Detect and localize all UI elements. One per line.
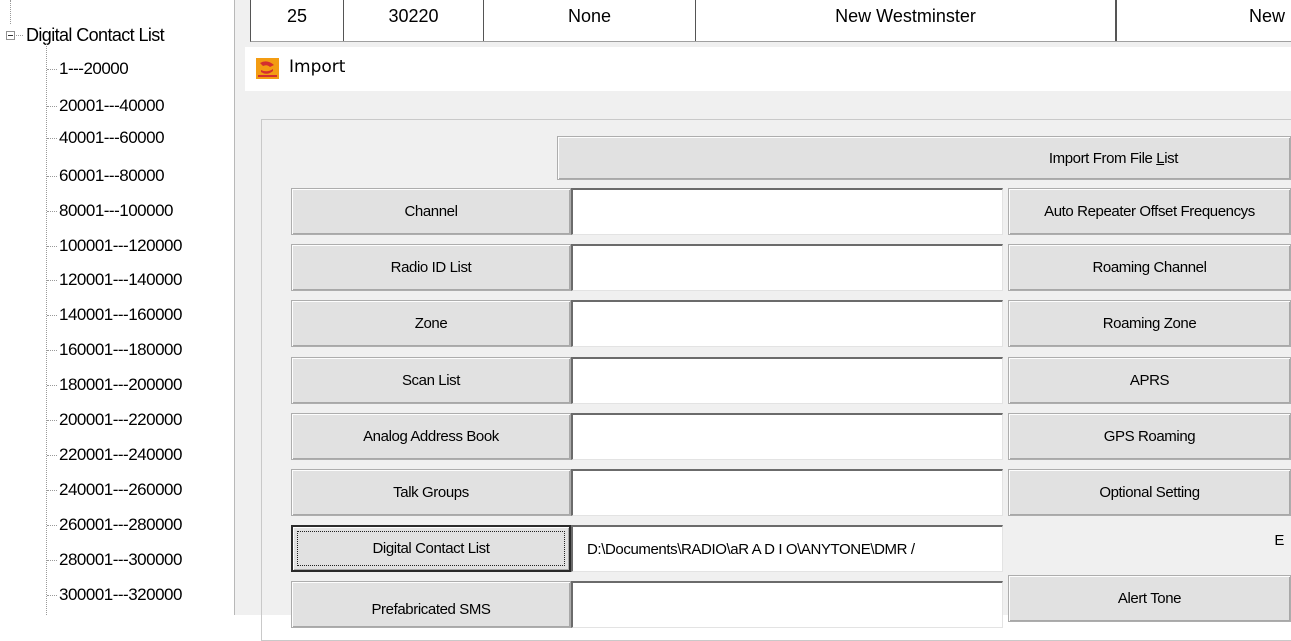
tree-item[interactable]: 300001---320000 [47,585,182,605]
tree-item[interactable]: 260001---280000 [47,515,182,535]
tree-connector [47,349,57,351]
tree-item-label: 20001---40000 [59,96,165,115]
label-text: ist [1164,149,1178,167]
tree-connector [47,559,57,561]
tree-item[interactable]: 20001---40000 [47,96,165,116]
tree-item-label: 220001---240000 [59,445,182,464]
optional-setting-button[interactable]: Optional Setting [1008,469,1291,516]
tree-item-label: 120001---140000 [59,270,182,289]
tree-item[interactable]: 80001---100000 [47,201,173,221]
tree-item-label: 180001---200000 [59,375,182,394]
tree-connector [47,105,57,107]
prefabricated-sms-button[interactable]: Prefabricated SMS [291,581,571,628]
tree-item-label: 100001---120000 [59,236,182,255]
roaming-channel-button[interactable]: Roaming Channel [1008,244,1291,291]
collapse-icon[interactable] [6,30,15,40]
tree-connector [47,210,57,212]
tree-item-label: 140001---160000 [59,305,182,324]
tree-item[interactable]: 60001---80000 [47,166,165,186]
tree-item-label: 60001---80000 [59,166,165,185]
table-cell[interactable]: 30220 [344,0,484,41]
tree-item[interactable]: 220001---240000 [47,445,182,465]
tree-item[interactable]: 200001---220000 [47,410,182,430]
radio-id-list-path-field[interactable] [571,244,1003,291]
import-from-file-list-button[interactable]: Import From File List [557,136,1291,180]
talk-groups-button[interactable]: Talk Groups [291,469,571,516]
tree-connector [16,34,23,36]
tree-connector [47,524,57,526]
tree-connector [47,68,57,70]
tree-connector [47,314,57,316]
tree-item-label: 200001---220000 [59,410,182,429]
focus-indicator [297,531,565,566]
zone-button[interactable]: Zone [291,300,571,347]
radio-id-list-button[interactable]: Radio ID List [291,244,571,291]
tree-item[interactable]: 100001---120000 [47,236,182,256]
tree-connector [47,279,57,281]
app-logo-icon [256,58,279,79]
tree-item[interactable]: 280001---300000 [47,550,182,570]
tree-item-label: 300001---320000 [59,585,182,604]
aprs-button[interactable]: APRS [1008,357,1291,404]
digital-contact-list-button[interactable]: Digital Contact List [291,525,571,572]
tree-connector [47,245,57,247]
scan-list-button[interactable]: Scan List [291,357,571,404]
tree-item-label: 1---20000 [59,59,129,78]
analog-address-book-path-field[interactable] [571,413,1003,460]
tree-connector [47,137,57,139]
tree-item[interactable]: 140001---160000 [47,305,182,325]
tree-item-label: 260001---280000 [59,515,182,534]
auto-repeater-offset-button[interactable]: Auto Repeater Offset Frequencys [1008,188,1291,235]
tree-item[interactable]: 40001---60000 [47,128,165,148]
table-cell[interactable]: None [484,0,696,41]
table-cell[interactable]: New [1116,0,1291,41]
tree-item[interactable]: 120001---140000 [47,270,182,290]
label-accelerator: L [1156,149,1165,167]
button-label: Import From File List [1048,149,1179,167]
digital-contact-list-path-field[interactable]: D:\Documents\RADIO\aR A D I O\ANYTONE\DM… [571,525,1003,572]
channel-button[interactable]: Channel [291,188,571,235]
tree-item-label: 40001---60000 [59,128,165,147]
channel-path-field[interactable] [571,188,1003,235]
dialog-titlebar[interactable]: Import [245,47,1291,91]
tree-item[interactable]: 1---20000 [47,59,129,79]
tree-item[interactable]: 160001---180000 [47,340,182,360]
gps-roaming-button[interactable]: GPS Roaming [1008,413,1291,460]
talk-groups-path-field[interactable] [571,469,1003,516]
partial-right-button[interactable]: E [1008,525,1291,572]
left-tree-panel: Digital Contact List 1---20000 20001---4… [0,0,240,615]
tree-item[interactable]: 180001---200000 [47,375,182,395]
label-text: Import From File [1048,149,1157,167]
roaming-zone-button[interactable]: Roaming Zone [1008,300,1291,347]
tree-item-label: 80001---100000 [59,201,173,220]
tree-connector [47,419,57,421]
tree-item-label: 280001---300000 [59,550,182,569]
dialog-title: Import [289,57,346,77]
tree-connector [47,454,57,456]
scan-list-path-field[interactable] [571,357,1003,404]
tree-item-label: 240001---260000 [59,480,182,499]
table-cell[interactable]: 25 [251,0,344,41]
tree-node-label: Digital Contact List [26,24,165,45]
table-cell[interactable]: New Westminster [696,0,1116,41]
prefabricated-sms-path-field[interactable] [571,581,1003,628]
tree-item[interactable]: 240001---260000 [47,480,182,500]
zone-path-field[interactable] [571,300,1003,347]
tree-connector [47,384,57,386]
tree-connector [47,594,57,596]
tree-connector [47,175,57,177]
table-row[interactable]: 25 30220 None New Westminster New [250,0,1291,42]
import-dialog: Import Import From File List Channel Aut… [245,47,1291,641]
analog-address-book-button[interactable]: Analog Address Book [291,413,571,460]
tree-connector [47,489,57,491]
tree-node-digital-contact-list[interactable]: Digital Contact List [6,24,165,46]
tree-item-label: 160001---180000 [59,340,182,359]
tree-connector-line [10,0,11,24]
